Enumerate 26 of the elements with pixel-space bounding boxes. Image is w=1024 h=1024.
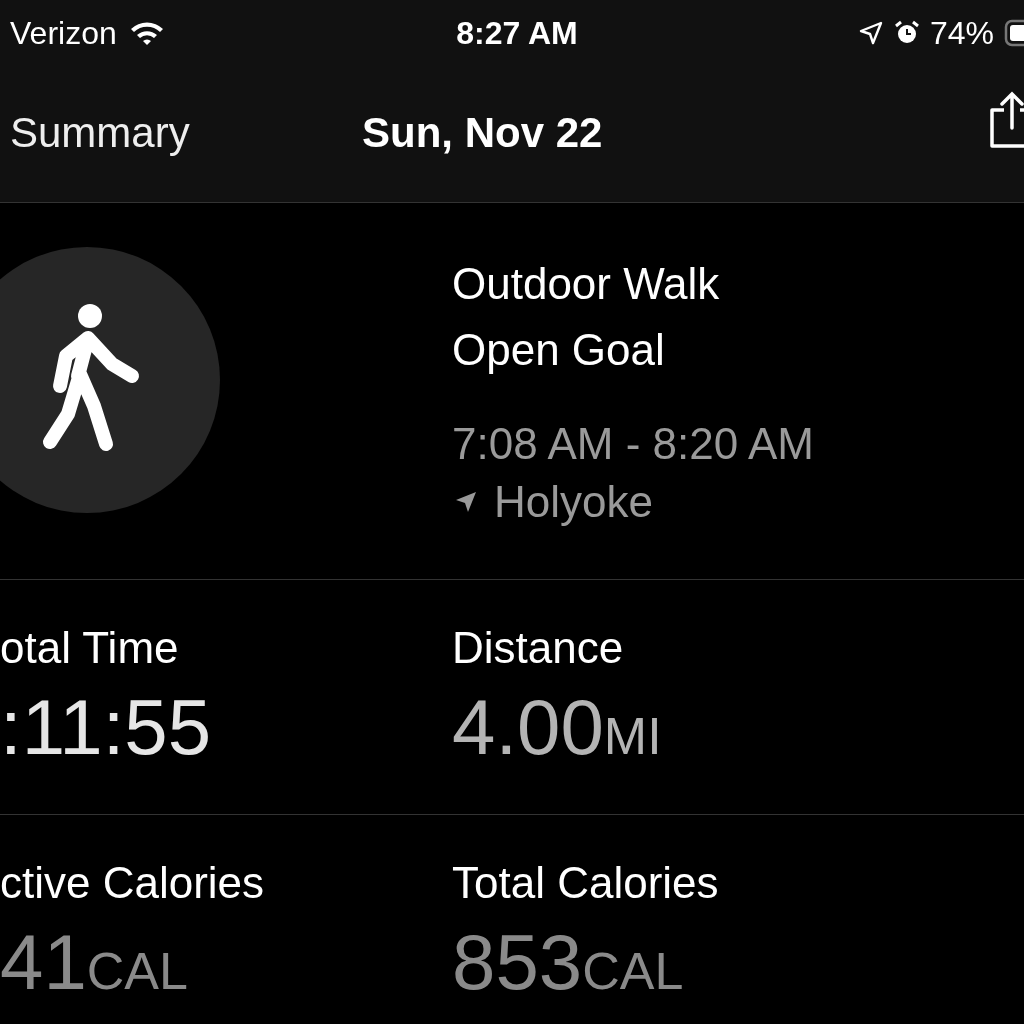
workout-goal: Open Goal bbox=[452, 324, 666, 376]
stat-label: otal Time bbox=[0, 622, 180, 674]
alarm-clock-icon bbox=[893, 20, 920, 46]
status-time: 8:27 AM bbox=[456, 14, 578, 52]
back-link[interactable]: Summary bbox=[0, 109, 362, 157]
stat-unit: CAL bbox=[86, 941, 188, 1001]
stat-unit: CAL bbox=[582, 941, 684, 1001]
location-arrow-icon bbox=[454, 490, 478, 514]
stat-value: 853 bbox=[452, 917, 583, 1007]
stat-unit: MI bbox=[603, 706, 662, 766]
nav-title: Sun, Nov 22 bbox=[362, 109, 603, 157]
battery-icon bbox=[1004, 19, 1024, 47]
stat-label: Total Calories bbox=[452, 857, 720, 909]
stat-label: ctive Calories bbox=[0, 857, 266, 909]
stat-value: 41 bbox=[0, 917, 87, 1007]
stat-value: :11:55 bbox=[0, 682, 212, 772]
workout-name: Outdoor Walk bbox=[452, 258, 721, 310]
carrier-name: Verizon bbox=[10, 14, 117, 52]
share-icon[interactable] bbox=[988, 90, 1024, 150]
walking-person-icon bbox=[0, 246, 220, 514]
stat-label: Distance bbox=[452, 622, 625, 674]
time-range: 7:08 AM - 8:20 AM bbox=[452, 418, 814, 470]
location-arrow-icon bbox=[857, 20, 884, 46]
location-name: Holyoke bbox=[494, 477, 653, 527]
stat-value: 4.00 bbox=[452, 682, 604, 772]
battery-percent: 74% bbox=[929, 14, 994, 52]
